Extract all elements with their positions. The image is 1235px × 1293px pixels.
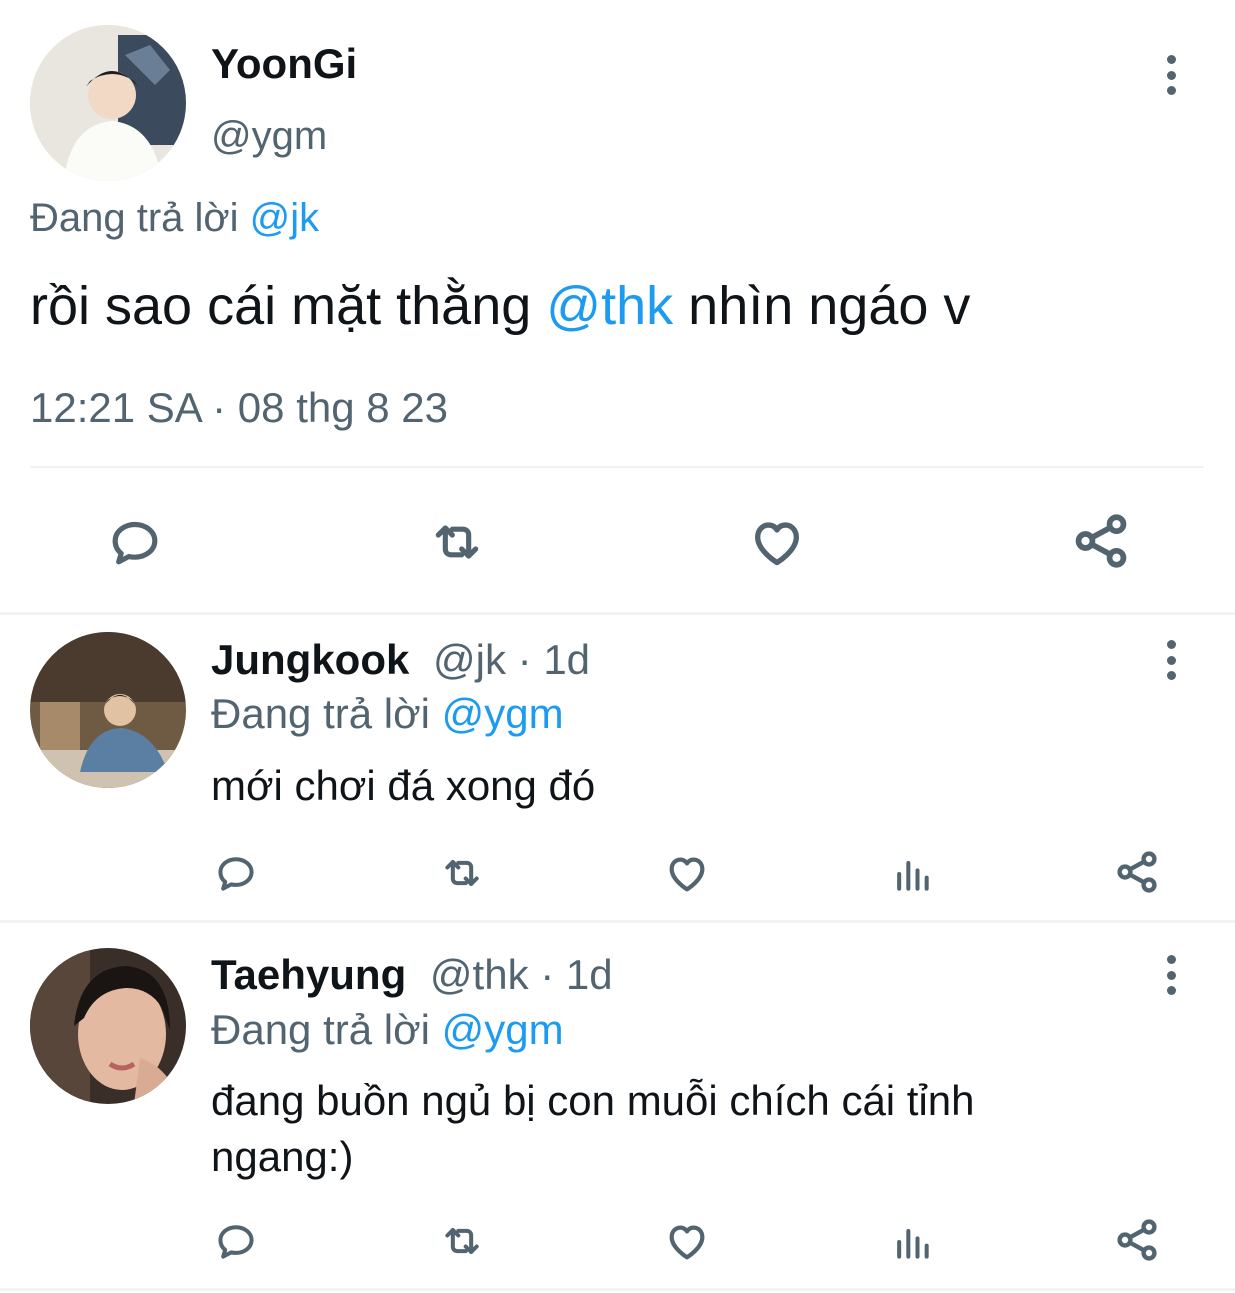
divider xyxy=(0,1288,1235,1291)
share-button[interactable] xyxy=(1110,1214,1164,1266)
like-button[interactable] xyxy=(742,510,812,574)
like-button[interactable] xyxy=(660,848,714,898)
like-icon xyxy=(669,857,705,892)
retweet-button[interactable] xyxy=(432,1216,492,1266)
share-button[interactable] xyxy=(1110,846,1164,898)
analytics-icon xyxy=(897,1228,929,1259)
more-options-icon[interactable] xyxy=(1165,55,1177,95)
replying-to-line: Đang trả lời @ygm xyxy=(211,1006,564,1054)
analytics-button[interactable] xyxy=(886,850,938,898)
more-options-icon[interactable] xyxy=(1165,955,1177,995)
reply-text-line-1: đang buồn ngủ bị con muỗi chích cái tỉnh xyxy=(211,1077,975,1124)
avatar-taehyung[interactable] xyxy=(30,948,186,1104)
author-handle[interactable]: @ygm xyxy=(211,114,327,159)
avatar-image xyxy=(30,25,186,181)
share-icon xyxy=(1117,851,1157,893)
reply-text-line-2: ngang:) xyxy=(211,1133,354,1180)
avatar-jungkook[interactable] xyxy=(30,632,186,788)
divider xyxy=(0,612,1235,615)
like-icon xyxy=(669,1225,705,1260)
reply-icon xyxy=(112,521,158,565)
share-icon xyxy=(1117,1219,1157,1261)
reply-header: Taehyung @thk · 1d xyxy=(211,951,613,999)
divider xyxy=(30,466,1204,468)
divider xyxy=(0,920,1235,923)
author-name[interactable]: Taehyung xyxy=(211,951,406,998)
avatar-image xyxy=(30,948,186,1104)
reply-button[interactable] xyxy=(210,848,262,898)
analytics-button[interactable] xyxy=(886,1218,938,1266)
replying-prefix: Đang trả lời xyxy=(211,1006,430,1053)
retweet-icon xyxy=(435,525,479,559)
replying-to-mention[interactable]: @jk xyxy=(250,196,320,240)
retweet-icon xyxy=(445,859,479,887)
author-handle[interactable]: @jk xyxy=(433,636,506,683)
tweet-timestamp[interactable]: 12:21 SA · 08 thg 8 23 xyxy=(30,384,448,432)
reply-text: mới chơi đá xong đó xyxy=(211,762,596,809)
reply-age[interactable]: · 1d xyxy=(518,636,590,683)
avatar-image xyxy=(30,632,186,788)
tweet-mention[interactable]: @thk xyxy=(546,276,673,336)
tweet-text-before: rồi sao cái mặt thằng xyxy=(30,276,532,336)
replying-prefix: Đang trả lời xyxy=(30,196,239,240)
reply-button[interactable] xyxy=(100,510,170,574)
replying-to-line: Đang trả lời @jk xyxy=(30,196,319,241)
reply-header: Jungkook @jk · 1d xyxy=(211,636,590,684)
replying-to-mention[interactable]: @ygm xyxy=(442,690,564,737)
share-button[interactable] xyxy=(1066,508,1136,574)
author-handle[interactable]: @thk xyxy=(430,951,529,998)
tweet-text: rồi sao cái mặt thằng @thk nhìn ngáo v xyxy=(30,275,970,337)
author-name[interactable]: YoonGi xyxy=(211,40,357,88)
analytics-icon xyxy=(897,860,929,891)
reply-age[interactable]: · 1d xyxy=(540,951,612,998)
retweet-button[interactable] xyxy=(420,510,494,574)
reply-icon xyxy=(218,857,254,891)
retweet-icon xyxy=(445,1227,479,1255)
reply-button[interactable] xyxy=(210,1216,262,1266)
like-button[interactable] xyxy=(660,1216,714,1266)
share-icon xyxy=(1075,514,1127,568)
avatar-yoongi[interactable] xyxy=(30,25,186,181)
tweet-text-after: nhìn ngáo v xyxy=(688,276,971,336)
like-icon xyxy=(755,522,799,566)
retweet-button[interactable] xyxy=(432,848,492,898)
replying-prefix: Đang trả lời xyxy=(211,690,430,737)
replying-to-line: Đang trả lời @ygm xyxy=(211,690,564,738)
more-options-icon[interactable] xyxy=(1165,640,1177,680)
author-name[interactable]: Jungkook xyxy=(211,636,409,683)
reply-icon xyxy=(218,1225,254,1259)
replying-to-mention[interactable]: @ygm xyxy=(442,1006,564,1053)
